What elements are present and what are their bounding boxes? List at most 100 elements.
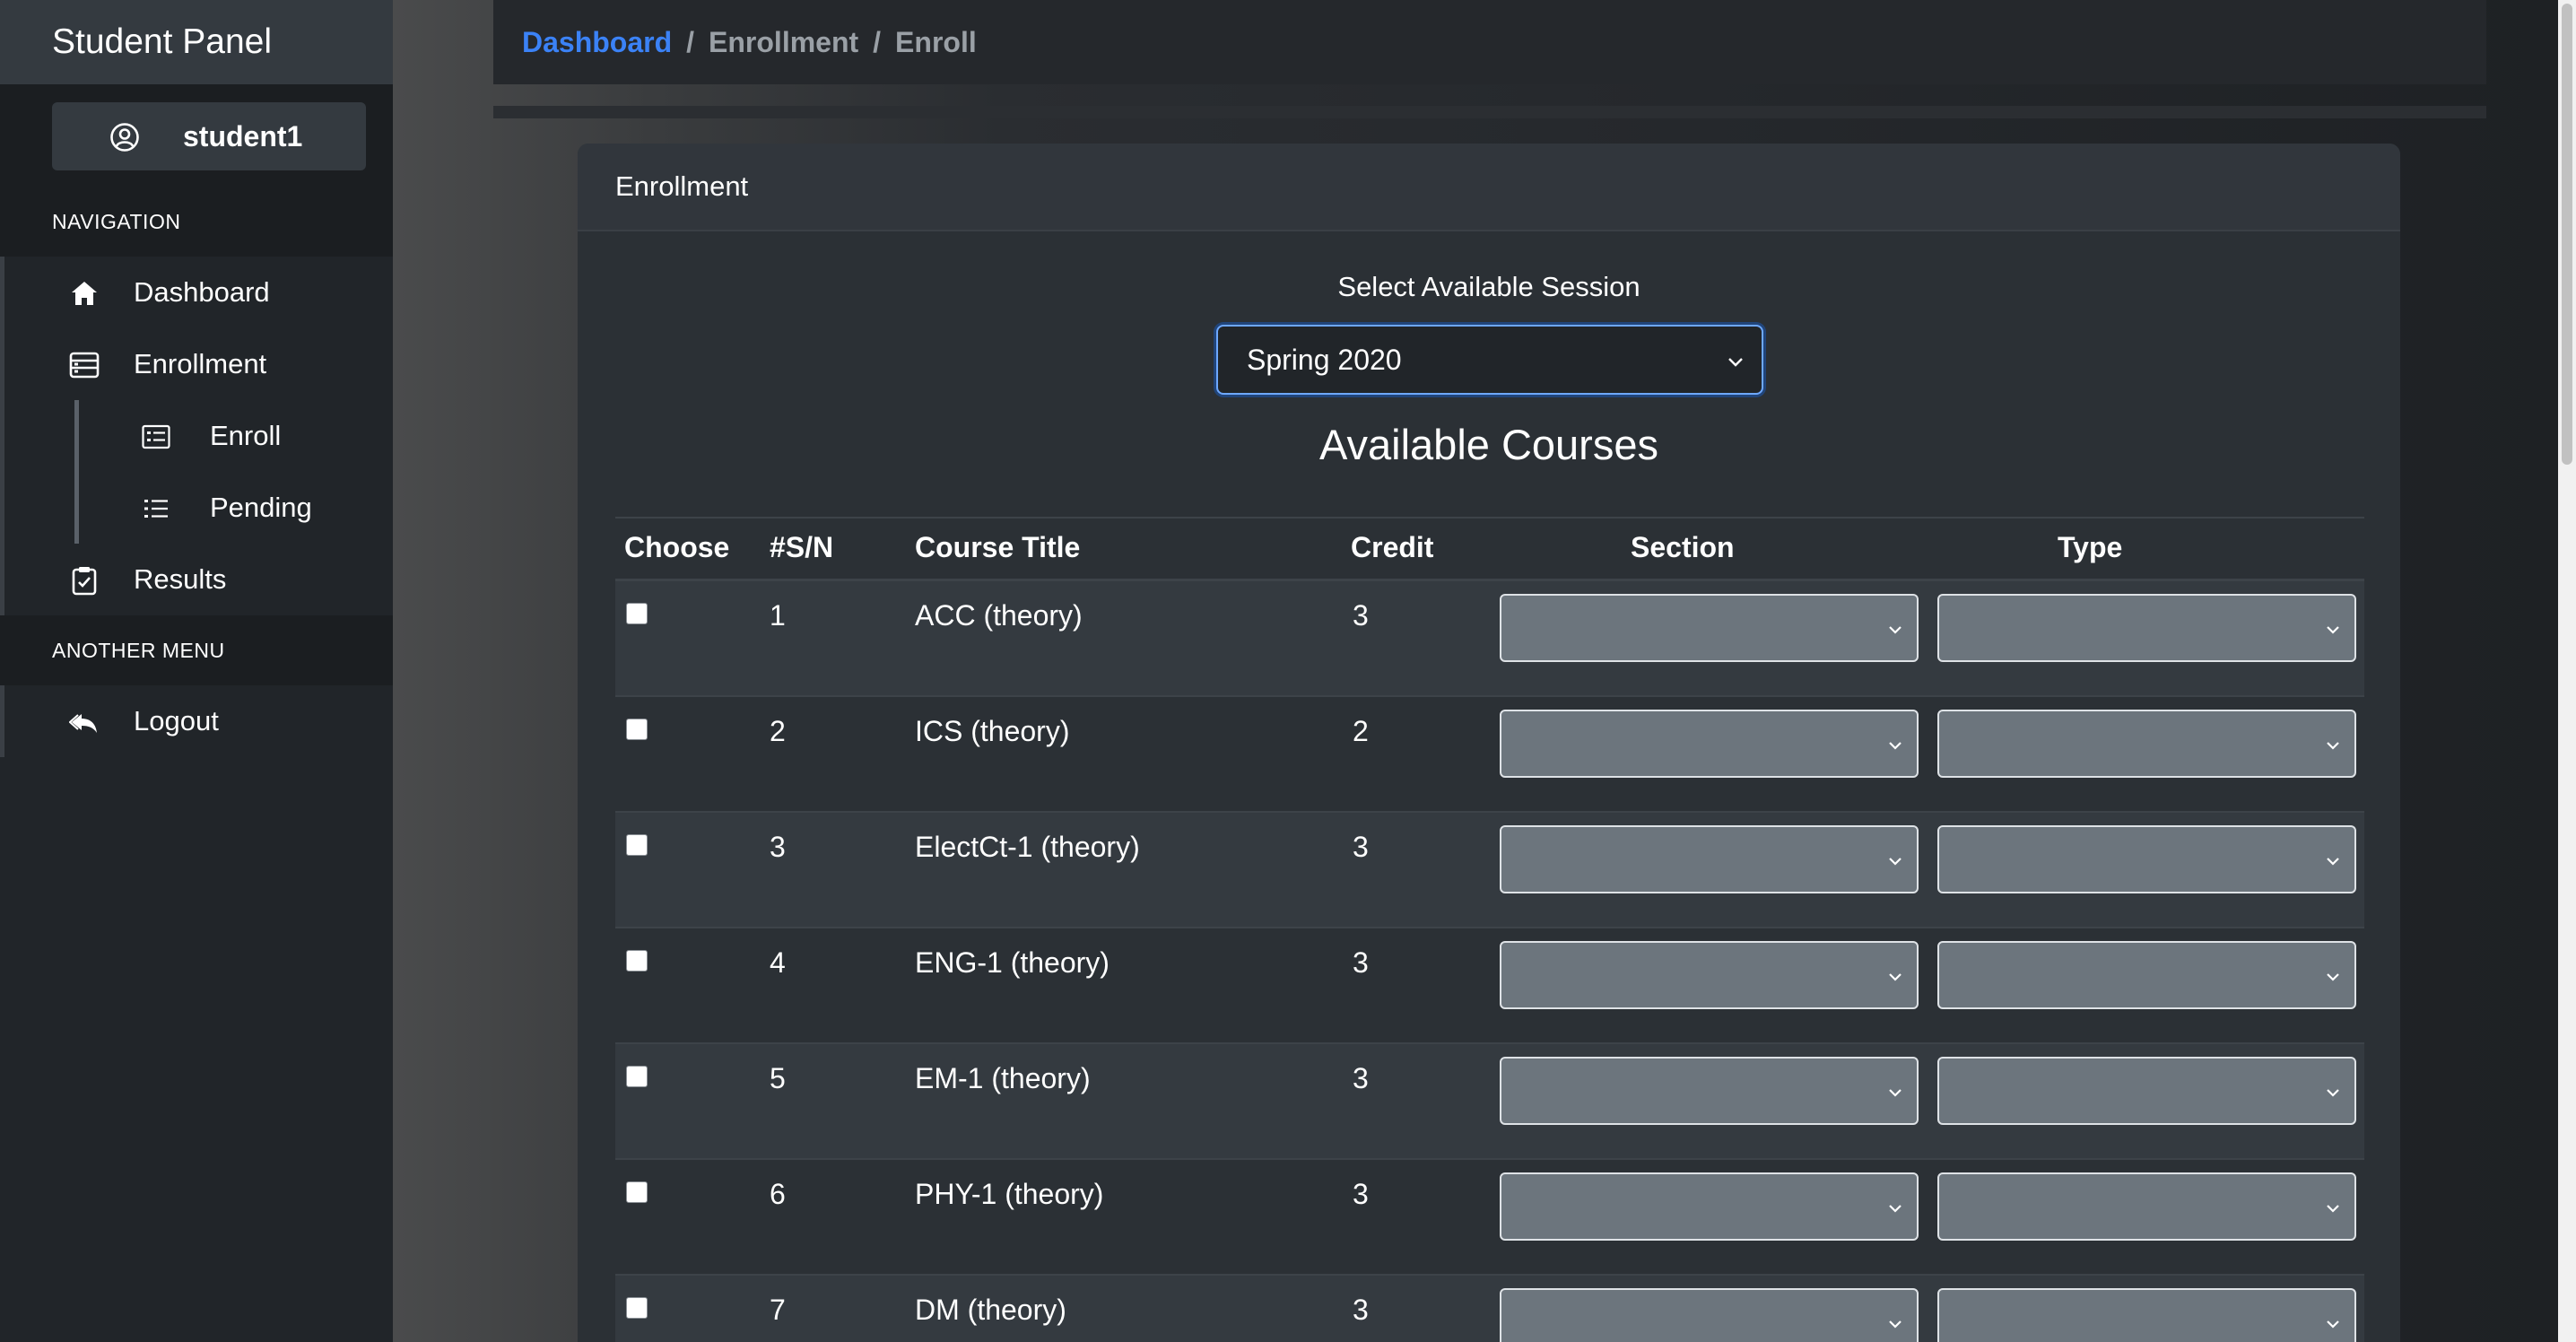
section-select[interactable] — [1500, 1172, 1919, 1241]
user-section: student1 — [0, 84, 393, 187]
type-select[interactable] — [1937, 825, 2356, 893]
sidebar-item-enroll[interactable]: Enroll — [74, 400, 393, 472]
choose-checkbox[interactable] — [626, 1297, 648, 1319]
row-sn: 4 — [770, 946, 786, 979]
row-credit: 3 — [1353, 1294, 1369, 1326]
brand-title: Student Panel — [0, 0, 393, 84]
enrollment-card: Enrollment Select Available Session Spri… — [578, 144, 2400, 1342]
row-credit: 3 — [1353, 599, 1369, 632]
type-select[interactable] — [1937, 1057, 2356, 1125]
header-sn: #S/N — [770, 531, 834, 563]
section-select[interactable] — [1500, 1057, 1919, 1125]
row-credit: 2 — [1353, 715, 1369, 747]
header-course-title: Course Title — [915, 531, 1081, 563]
card-title: Enrollment — [578, 144, 2400, 231]
nav-group-another: Logout — [0, 685, 393, 757]
header-choose: Choose — [624, 531, 730, 563]
sidebar-item-pending[interactable]: Pending — [74, 472, 393, 544]
chevron-down-icon — [1889, 1205, 1902, 1213]
type-select[interactable] — [1937, 594, 2356, 662]
session-select-value: Spring 2020 — [1247, 343, 1402, 376]
row-credit: 3 — [1353, 831, 1369, 863]
row-sn: 6 — [770, 1178, 786, 1210]
choose-checkbox[interactable] — [626, 1181, 648, 1203]
sidebar-item-label: Logout — [134, 705, 219, 736]
section-select[interactable] — [1500, 594, 1919, 662]
type-select[interactable] — [1937, 1172, 2356, 1241]
chevron-down-icon — [2327, 626, 2339, 634]
header-type: Type — [2058, 531, 2123, 563]
sidebar-item-label: Enroll — [210, 420, 282, 451]
table-row: 1 ACC (theory) 3 — [615, 581, 2364, 697]
table-row: 5 EM-1 (theory) 3 — [615, 1044, 2364, 1160]
row-credit: 3 — [1353, 946, 1369, 979]
nav-heading: NAVIGATION — [0, 187, 393, 257]
breadcrumb-separator: / — [873, 25, 882, 58]
sidebar-item-label: Dashboard — [134, 276, 270, 308]
type-select[interactable] — [1937, 941, 2356, 1009]
row-sn: 3 — [770, 831, 786, 863]
home-icon — [72, 282, 97, 305]
reply-all-icon — [69, 714, 97, 733]
sidebar-item-logout[interactable]: Logout — [4, 685, 393, 757]
breadcrumb-dashboard[interactable]: Dashboard — [522, 26, 672, 59]
sidebar: Student Panel student1 NAVIGATION Dashbo… — [0, 0, 393, 1342]
chevron-down-icon — [2327, 973, 2339, 981]
row-credit: 3 — [1353, 1178, 1369, 1210]
choose-checkbox[interactable] — [626, 603, 648, 624]
courses-title: Available Courses — [1319, 421, 1658, 468]
header-section: Section — [1631, 531, 1735, 563]
section-select[interactable] — [1500, 710, 1919, 778]
row-course-title: DM (theory) — [915, 1294, 1066, 1326]
session-label: Select Available Session — [1337, 271, 1640, 302]
header-credit: Credit — [1351, 531, 1434, 563]
choose-checkbox[interactable] — [626, 719, 648, 740]
chevron-down-icon — [2327, 742, 2339, 750]
row-sn: 2 — [770, 715, 786, 747]
chevron-down-icon — [1889, 1320, 1902, 1329]
table-row: 4 ENG-1 (theory) 3 — [615, 928, 2364, 1044]
nav-group: Dashboard Enrollment Enroll Pending Resu… — [0, 257, 393, 615]
checklist-icon — [142, 424, 170, 449]
sidebar-item-dashboard[interactable]: Dashboard — [4, 257, 393, 328]
sidebar-item-label: Enrollment — [134, 348, 267, 379]
courses-table: Choose #S/N Course Title Credit Section … — [615, 517, 2364, 1342]
chevron-down-icon — [1889, 973, 1902, 981]
choose-checkbox[interactable] — [626, 834, 648, 856]
chevron-down-icon — [1889, 858, 1902, 866]
breadcrumb-enroll: Enroll — [895, 25, 977, 58]
chevron-down-icon — [2327, 1320, 2339, 1329]
table-header: Choose #S/N Course Title Credit Section … — [615, 518, 2364, 581]
row-course-title: ENG-1 (theory) — [915, 946, 1110, 979]
clipboard-icon — [72, 567, 97, 596]
row-credit: 3 — [1353, 1062, 1369, 1094]
row-course-title: ACC (theory) — [915, 599, 1083, 632]
sidebar-item-enrollment[interactable]: Enrollment — [4, 328, 393, 400]
user-circle-icon — [110, 123, 139, 152]
table-row: 2 ICS (theory) 2 — [615, 697, 2364, 813]
table-row: 3 ElectCt-1 (theory) 3 — [615, 813, 2364, 928]
choose-checkbox[interactable] — [626, 950, 648, 972]
type-select[interactable] — [1937, 710, 2356, 778]
chevron-down-icon — [2327, 1205, 2339, 1213]
chevron-down-icon — [1889, 1089, 1902, 1097]
scrollbar-thumb[interactable] — [2562, 4, 2572, 465]
list-icon — [69, 352, 100, 379]
section-select[interactable] — [1500, 941, 1919, 1009]
user-button[interactable]: student1 — [52, 102, 366, 170]
sidebar-item-label: Pending — [210, 492, 312, 523]
row-course-title: ElectCt-1 (theory) — [915, 831, 1140, 863]
sidebar-item-results[interactable]: Results — [4, 544, 393, 615]
type-select[interactable] — [1937, 1288, 2356, 1342]
section-select[interactable] — [1500, 1288, 1919, 1342]
chevron-down-icon — [1889, 742, 1902, 750]
section-select[interactable] — [1500, 825, 1919, 893]
chevron-down-icon — [1728, 358, 1743, 367]
row-sn: 1 — [770, 599, 786, 632]
table-row: 7 DM (theory) 3 — [615, 1276, 2364, 1342]
table-row: 6 PHY-1 (theory) 3 — [615, 1160, 2364, 1276]
session-select[interactable]: Spring 2020 — [1216, 325, 1763, 395]
choose-checkbox[interactable] — [626, 1066, 648, 1087]
breadcrumb-separator: / — [686, 25, 695, 58]
breadcrumb: Dashboard / Enrollment / Enroll — [493, 0, 2486, 84]
